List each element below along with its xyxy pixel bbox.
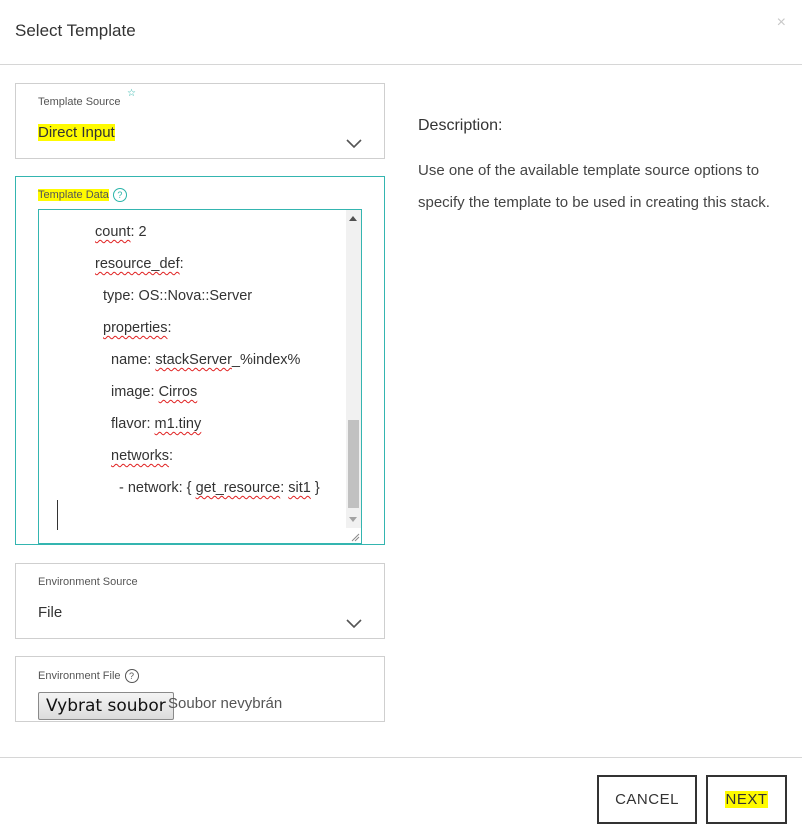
chevron-down-icon[interactable] (346, 619, 362, 629)
environment-file-field: Environment File? Vybrat soubor Soubor n… (15, 656, 385, 722)
code-line: networks: (111, 448, 174, 464)
code-line: flavor: m1.tiny (111, 416, 202, 432)
template-source-select[interactable]: Template Source ☆ Direct Input (15, 83, 385, 159)
code-line: name: stackServer_%index% (111, 352, 301, 368)
chevron-down-icon[interactable] (346, 139, 362, 149)
code-line: - network: { get_resource: sit1 } (119, 480, 320, 496)
template-source-value: Direct Input (38, 124, 115, 141)
code-line: count: 2 (95, 224, 147, 240)
template-data-textarea[interactable]: count: 2resource_def:type: OS::Nova::Ser… (38, 209, 362, 544)
close-icon[interactable]: × (777, 14, 786, 32)
text-cursor (57, 500, 58, 530)
environment-file-label-row: Environment File? (38, 669, 139, 683)
template-data-field: Template Data? count: 2 resource_def: type… (15, 176, 385, 545)
dialog-footer: CANCEL NEXT (0, 757, 802, 834)
template-source-label: Template Source (38, 96, 121, 108)
select-template-dialog: Select Template × Template Source ☆ Dire… (0, 0, 802, 834)
description-title: Description: (418, 117, 503, 134)
next-button-label: NEXT (725, 791, 768, 808)
environment-file-label: Environment File (38, 669, 121, 682)
environment-source-value: File (38, 604, 63, 621)
template-data-label-row: Template Data? (38, 188, 127, 202)
next-button[interactable]: NEXT (706, 775, 787, 824)
description-text: Use one of the available template source… (418, 162, 770, 211)
environment-source-label: Environment Source (38, 576, 138, 588)
code-line: image: Cirros (111, 384, 198, 400)
template-data-label: Template Data (38, 188, 109, 201)
code-line: resource_def: (95, 256, 184, 272)
textarea-scrollbar[interactable] (346, 210, 361, 528)
help-icon[interactable]: ? (112, 188, 127, 202)
required-star-icon: ☆ (127, 88, 136, 99)
scroll-down-arrow-icon[interactable] (349, 517, 357, 522)
resize-grip-icon[interactable] (350, 532, 360, 542)
choose-file-button[interactable]: Vybrat soubor (38, 692, 174, 720)
scroll-up-arrow-icon[interactable] (349, 216, 357, 221)
help-icon[interactable]: ? (124, 669, 139, 683)
scroll-thumb[interactable] (348, 420, 359, 508)
dialog-header: Select Template × (0, 0, 802, 65)
dialog-title: Select Template (15, 21, 136, 40)
environment-source-select[interactable]: Environment Source File (15, 563, 385, 639)
file-status-text: Soubor nevybrán (168, 695, 283, 712)
cancel-button[interactable]: CANCEL (597, 775, 697, 824)
code-line: properties: (103, 320, 172, 336)
code-line: type: OS::Nova::Server (103, 288, 253, 304)
